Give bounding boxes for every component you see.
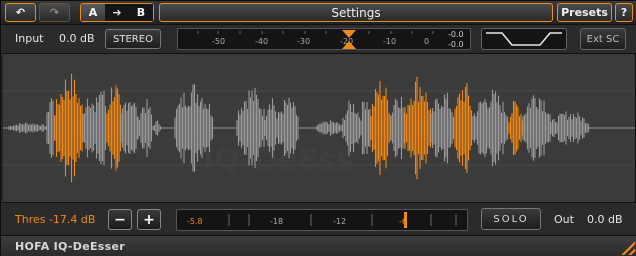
ab-slot-b-button[interactable]: B <box>129 4 153 21</box>
threshold-decrease-button[interactable]: − <box>108 209 132 230</box>
undo-icon: ↶ <box>15 6 26 19</box>
input-control-row: Input 0.0 dB STEREO -50 -40 -30 -20 -10 … <box>1 25 636 53</box>
output-label: Out <box>554 213 574 226</box>
sidechain-filter-curve[interactable] <box>481 28 567 50</box>
input-tick-label: -40 <box>255 37 268 46</box>
top-toolbar: ↶ ↷ A ➜ B Settings Presets ? <box>1 1 636 25</box>
help-button[interactable]: ? <box>615 3 633 22</box>
redo-button[interactable]: ↷ <box>39 3 70 22</box>
ab-copy-arrow-icon[interactable]: ➜ <box>105 4 129 21</box>
waveform-graph: IQ-DeEss <box>3 73 635 183</box>
reduction-meter-scale: -5.8 -18 -12 -6 <box>187 212 457 228</box>
threshold-increase-button[interactable]: + <box>137 209 161 230</box>
input-gain-value[interactable]: 0.0 dB <box>59 32 95 45</box>
gain-reduction-meter: -5.8 -18 -12 -6 <box>176 209 468 231</box>
solo-button[interactable]: SOLO <box>481 208 541 230</box>
undo-button[interactable]: ↶ <box>5 3 36 22</box>
output-gain-value[interactable]: 0.0 dB <box>587 213 623 226</box>
ab-compare-group: A ➜ B <box>80 3 154 22</box>
filter-curve-graph <box>486 32 562 46</box>
input-peak-top: -0.0 <box>448 30 464 39</box>
input-tick-label: -10 <box>383 37 396 46</box>
resize-handle-icon[interactable] <box>619 239 635 255</box>
input-peak-bottom: -0.0 <box>448 40 464 49</box>
reduction-peak-value: -5.8 <box>187 217 203 226</box>
input-level-meter[interactable]: -50 -40 -30 -20 -10 0 -0.0 -0.0 <box>177 28 471 50</box>
waveform-display: IQ-DeEss <box>3 53 635 203</box>
external-sidechain-button[interactable]: Ext SC <box>580 28 626 50</box>
threshold-value[interactable]: Thres -17.4 dB <box>15 213 95 226</box>
background-watermark: IQ-DeEss <box>203 143 354 178</box>
stereo-mode-button[interactable]: STEREO <box>105 29 161 49</box>
reduction-tick-label: -18 <box>270 217 283 226</box>
reduction-tick-label: -12 <box>333 217 346 226</box>
brand-logo-text: HOFA IQ-DeEsser <box>15 240 125 253</box>
threshold-control-row: Thres -17.4 dB − + -5.8 -18 -12 -6 SOLO … <box>1 203 636 235</box>
input-tick-label: -30 <box>297 37 310 46</box>
input-tick-label: -50 <box>212 37 225 46</box>
ab-slot-a-button[interactable]: A <box>81 4 105 21</box>
input-meter-scale: -50 -40 -30 -20 -10 0 -0.0 -0.0 <box>197 30 464 49</box>
settings-button[interactable]: Settings <box>159 3 553 22</box>
input-tick-label: 0 <box>424 37 429 46</box>
redo-icon: ↷ <box>49 6 60 19</box>
footer-bar: HOFA IQ-DeEsser <box>1 235 636 256</box>
input-label: Input <box>15 32 44 45</box>
deesser-plugin-window: ↶ ↷ A ➜ B Settings Presets ? Input 0.0 d… <box>0 0 636 256</box>
reduction-level-bar <box>404 212 407 228</box>
presets-button[interactable]: Presets <box>557 3 612 22</box>
